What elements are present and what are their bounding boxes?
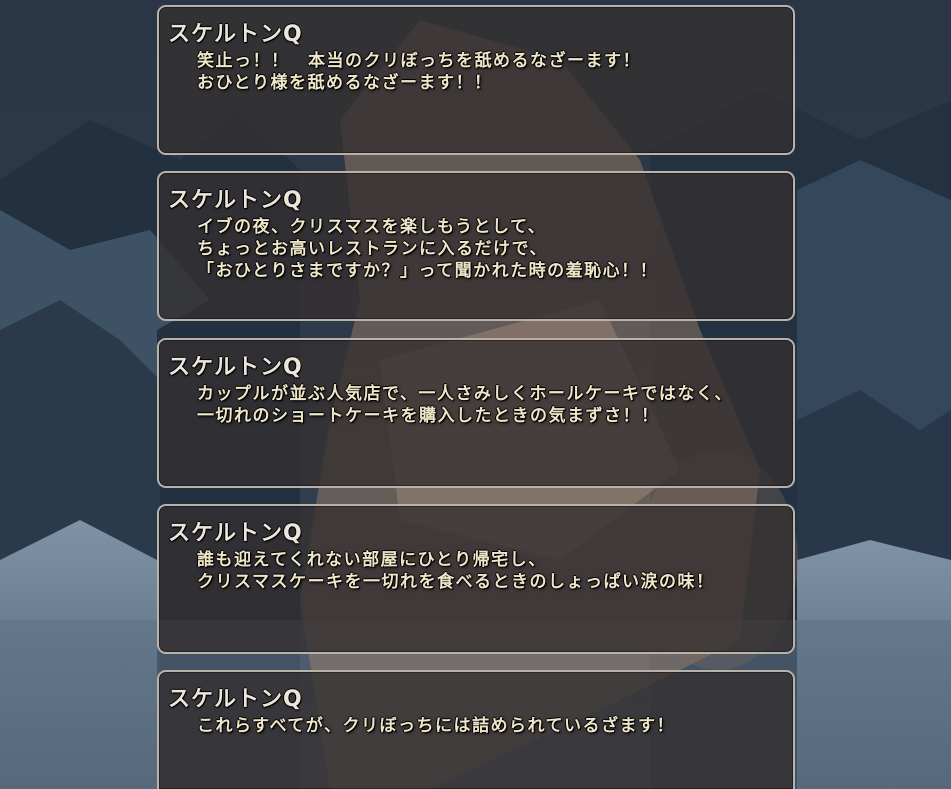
speaker-name: スケルトンQ [168, 355, 303, 380]
dialogue-message: スケルトンQ 誰も迎えてくれない部屋にひとり帰宅し、 クリスマスケーキを一切れを… [157, 504, 795, 654]
dialogue-line: 誰も迎えてくれない部屋にひとり帰宅し、 [197, 550, 547, 570]
dialogue-text: これらすべてが、クリぼっちには詰められているざます！ [197, 715, 787, 737]
dialogue-text: 誰も迎えてくれない部屋にひとり帰宅し、 クリスマスケーキを一切れを食べるときのし… [197, 549, 787, 593]
dialogue-text: イブの夜、クリスマスを楽しもうとして、 ちょっとお高いレストランに入るだけで、 … [197, 216, 787, 282]
dialogue-text: 笑止っ！！ 本当のクリぼっちを舐めるなざーます！ おひとり様を舐めるなざーます！… [197, 50, 787, 94]
dialogue-line: 一切れのショートケーキを購入したときの気まずさ！！ [197, 406, 660, 426]
dialogue-message: スケルトンQ 笑止っ！！ 本当のクリぼっちを舐めるなざーます！ おひとり様を舐め… [157, 5, 795, 155]
dialogue-line: クリスマスケーキを一切れを食べるときのしょっぱい涙の味！ [197, 572, 715, 592]
speaker-name: スケルトンQ [168, 22, 303, 47]
speaker-name: スケルトンQ [168, 521, 303, 546]
dialogue-line: おひとり様を舐めるなざーます！！ [197, 73, 493, 93]
dialogue-message: スケルトンQ イブの夜、クリスマスを楽しもうとして、 ちょっとお高いレストランに… [157, 171, 795, 321]
dialogue-line: カップルが並ぶ人気店で、一人さみしくホールケーキではなく、 [197, 384, 733, 404]
dialogue-line: イブの夜、クリスマスを楽しもうとして、 [197, 217, 547, 237]
dialogue-message: スケルトンQ これらすべてが、クリぼっちには詰められているざます！ [157, 670, 795, 789]
dialogue-line: 笑止っ！！ 本当のクリぼっちを舐めるなざーます！ [197, 51, 641, 71]
dialogue-line: ちょっとお高いレストランに入るだけで、 [197, 239, 548, 259]
dialogue-line: これらすべてが、クリぼっちには詰められているざます！ [197, 716, 675, 736]
dialogue-message: スケルトンQ カップルが並ぶ人気店で、一人さみしくホールケーキではなく、 一切れ… [157, 338, 795, 488]
dialogue-text: カップルが並ぶ人気店で、一人さみしくホールケーキではなく、 一切れのショートケー… [197, 383, 787, 427]
speaker-name: スケルトンQ [168, 188, 303, 213]
dialogue-log[interactable]: スケルトンQ 笑止っ！！ 本当のクリぼっちを舐めるなざーます！ おひとり様を舐め… [157, 0, 797, 789]
speaker-name: スケルトンQ [168, 687, 303, 712]
dialogue-line: 「おひとりさまですか？」って聞かれた時の羞恥心！！ [197, 261, 659, 281]
